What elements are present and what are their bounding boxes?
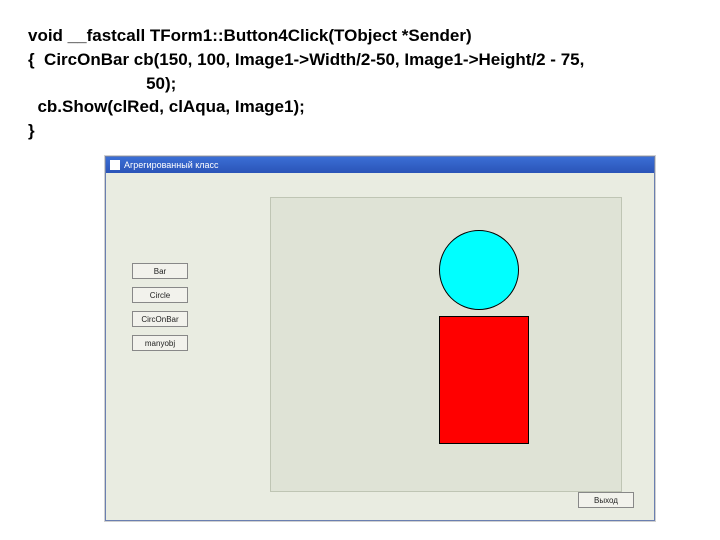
circle-button-label: Circle [150, 291, 170, 300]
code-snippet: void __fastcall TForm1::Button4Click(TOb… [28, 24, 584, 143]
exit-button-label: Выход [594, 496, 618, 505]
titlebar[interactable]: Агрегированный класс [106, 157, 654, 173]
client-area: Bar Circle CircOnBar manyobj Выход [106, 173, 654, 520]
app-window: Агрегированный класс Bar Circle CircOnBa… [105, 156, 655, 521]
bar-button-label: Bar [154, 267, 166, 276]
window-title: Агрегированный класс [124, 160, 219, 170]
manyobj-button-label: manyobj [145, 339, 175, 348]
manyobj-button[interactable]: manyobj [132, 335, 188, 351]
circonbar-button-label: CircOnBar [141, 315, 178, 324]
code-line-5: } [28, 121, 35, 140]
code-line-4: cb.Show(clRed, clAqua, Image1); [28, 97, 305, 116]
code-line-3: 50); [28, 74, 176, 93]
circle-button[interactable]: Circle [132, 287, 188, 303]
circonbar-button[interactable]: CircOnBar [132, 311, 188, 327]
red-rectangle [439, 316, 529, 444]
code-line-1: void __fastcall TForm1::Button4Click(TOb… [28, 26, 472, 45]
exit-button[interactable]: Выход [578, 492, 634, 508]
code-line-2: { CircOnBar cb(150, 100, Image1->Width/2… [28, 50, 584, 69]
bar-button[interactable]: Bar [132, 263, 188, 279]
aqua-circle [439, 230, 519, 310]
window-icon [110, 160, 120, 170]
drawing-canvas [270, 197, 622, 492]
